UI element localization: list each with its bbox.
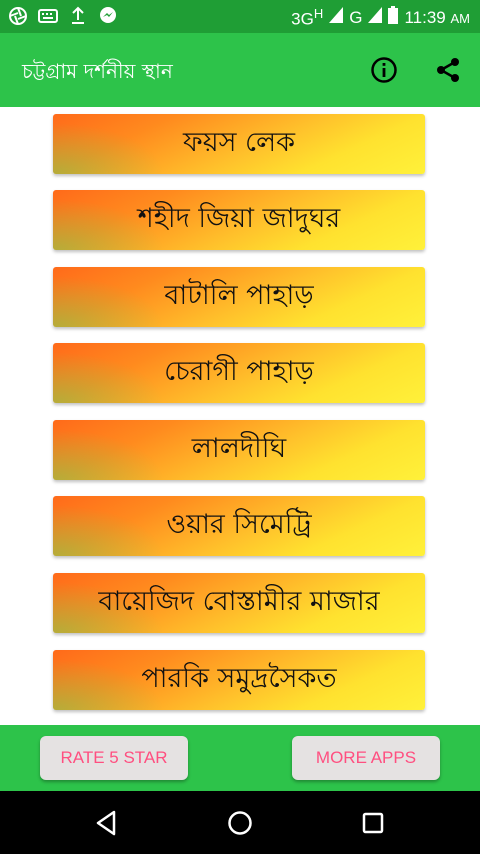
rate-5-star-button[interactable]: RATE 5 STAR: [40, 736, 188, 780]
place-item-laldighi[interactable]: লালদীঘি: [53, 420, 425, 480]
info-icon[interactable]: [370, 56, 398, 84]
app-title: চট্টগ্রাম দর্শনীয় স্থান: [22, 59, 173, 83]
place-label: পারকি সমুদ্রসৈকত: [141, 662, 337, 694]
home-icon[interactable]: [222, 805, 258, 841]
place-item-foys-lake[interactable]: ফয়স লেক: [53, 114, 425, 174]
app-bar: চট্টগ্রাম দর্শনীয় স্থান: [0, 33, 480, 107]
back-icon[interactable]: [88, 805, 124, 841]
place-item-cheragi-hill[interactable]: চেরাগী পাহাড়: [53, 343, 425, 403]
keyboard-icon: [38, 6, 58, 26]
place-label: লালদীঘি: [191, 432, 287, 464]
place-label: বায়েজিদ বোস্তামীর মাজার: [98, 585, 380, 617]
upload-icon: [68, 6, 88, 26]
notification-icons: [8, 6, 118, 26]
battery-icon: [388, 6, 399, 29]
place-item-batali-hill[interactable]: বাটালি পাহাড়: [53, 267, 425, 327]
messenger-icon: [98, 6, 118, 26]
bottom-action-bar: RATE 5 STAR MORE APPS: [0, 725, 480, 791]
place-label: বাটালি পাহাড়: [164, 279, 314, 311]
share-icon[interactable]: [434, 56, 462, 84]
status-bar: 3GH G 11:39 AM: [0, 0, 480, 33]
clock: 11:39 AM: [404, 7, 470, 27]
places-list: ফয়স লেক শহীদ জিয়া জাদুঘর বাটালি পাহাড়…: [0, 107, 480, 725]
network-type-2: G: [349, 7, 363, 27]
network-type: 3GH: [291, 6, 324, 29]
place-label: ওয়ার সিমেট্রি: [166, 508, 312, 540]
place-label: ফয়স লেক: [182, 126, 296, 158]
signal-icon-2: [368, 7, 383, 28]
more-apps-button[interactable]: MORE APPS: [292, 736, 440, 780]
place-item-parki-beach[interactable]: পারকি সমুদ্রসৈকত: [53, 650, 425, 710]
recents-icon[interactable]: [355, 805, 391, 841]
place-label: চেরাগী পাহাড়: [164, 355, 314, 387]
place-item-war-cemetery[interactable]: ওয়ার সিমেট্রি: [53, 496, 425, 556]
system-status: 3GH G 11:39 AM: [291, 6, 470, 30]
place-label: শহীদ জিয়া জাদুঘর: [137, 202, 341, 234]
place-item-bayezid-bostami[interactable]: বায়েজিদ বোস্তামীর মাজার: [53, 573, 425, 633]
signal-icon: [329, 7, 344, 28]
navigation-bar: [0, 791, 480, 854]
place-item-zia-museum[interactable]: শহীদ জিয়া জাদুঘর: [53, 190, 425, 250]
aperture-icon: [8, 6, 28, 26]
